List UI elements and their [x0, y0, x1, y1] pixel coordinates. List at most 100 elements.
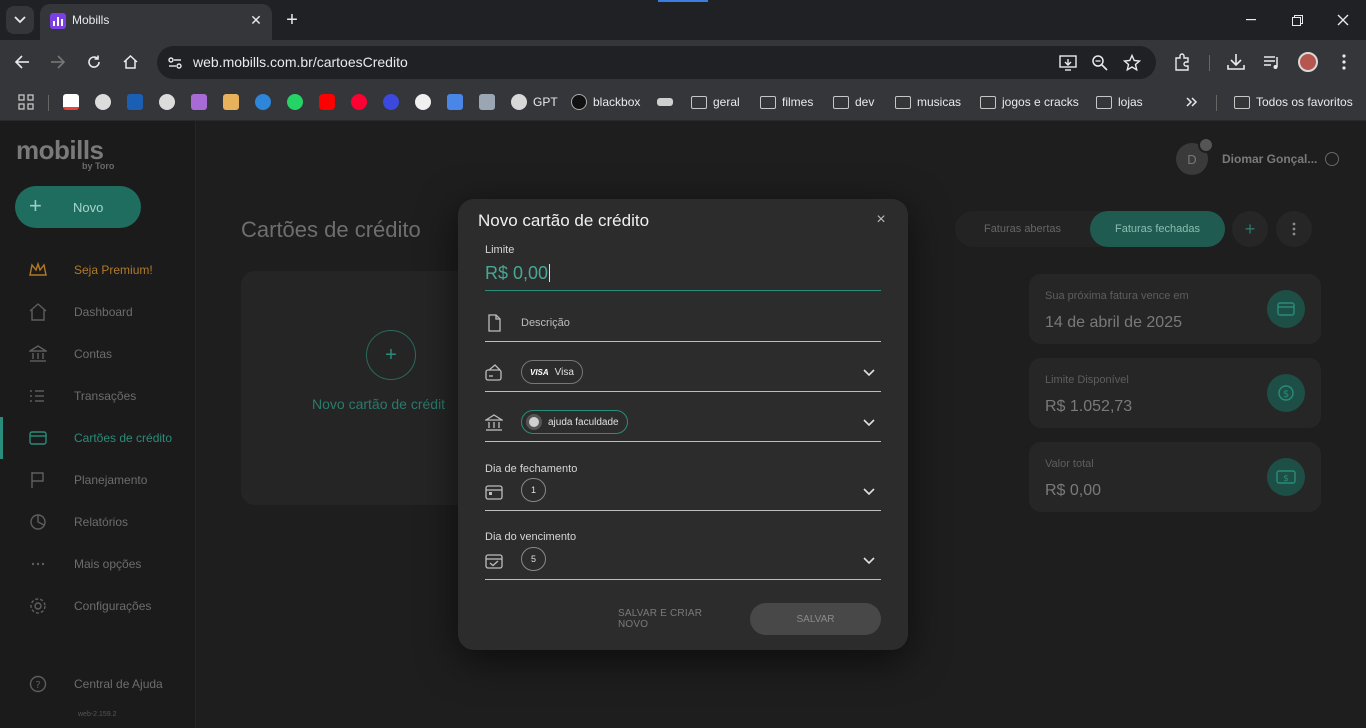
forward-button[interactable] — [46, 50, 70, 74]
calendar-card-icon — [1267, 290, 1305, 328]
close-window-button[interactable] — [1320, 0, 1366, 40]
bookmark-folder-filmes[interactable]: filmes — [760, 93, 813, 111]
minimize-button[interactable] — [1228, 0, 1274, 40]
sidebar-item-label: Configurações — [74, 599, 152, 613]
bookmark-site-8[interactable] — [479, 93, 495, 111]
bookmark-site-4[interactable] — [191, 93, 207, 111]
folder-icon — [833, 95, 849, 109]
add-button[interactable]: + — [1232, 211, 1268, 247]
bookmark-whatsapp[interactable] — [287, 93, 303, 111]
bookmark-site-5[interactable] — [223, 93, 239, 111]
add-card-button[interactable]: + — [366, 330, 416, 380]
bookmark-all-folder[interactable]: Todos os favoritos — [1234, 93, 1353, 111]
card-brand-label: Visa — [554, 366, 574, 378]
sidebar-item-cartoes[interactable]: Cartões de crédito — [0, 417, 196, 459]
user-menu[interactable]: D Diomar Gonçal... — [1176, 137, 1340, 175]
account-select[interactable]: ajuda faculdade — [485, 404, 881, 442]
back-button[interactable] — [10, 50, 34, 74]
bookmark-gpt[interactable]: GPT — [511, 93, 558, 111]
closing-day-select[interactable]: 1 — [485, 473, 881, 511]
downloads-button[interactable] — [1225, 51, 1247, 73]
sidebar-item-mais-opcoes[interactable]: Mais opções — [0, 543, 196, 585]
address-bar[interactable]: web.mobills.com.br/cartoesCredito — [157, 46, 1156, 79]
site-icon — [127, 94, 143, 110]
bookmark-folder-musicas[interactable]: musicas — [895, 93, 961, 111]
browser-menu-button[interactable] — [1333, 51, 1355, 73]
sidebar-item-help[interactable]: ? Central de Ajuda — [0, 663, 196, 705]
card-flag-icon — [485, 364, 502, 381]
bookmark-site-1[interactable] — [95, 93, 111, 111]
tab-faturas-abertas[interactable]: Faturas abertas — [955, 211, 1090, 247]
kebab-icon — [1342, 54, 1346, 70]
card-label: Limite Disponível — [1045, 374, 1129, 386]
bookmark-github[interactable] — [415, 93, 431, 111]
bookmark-folder-geral[interactable]: geral — [691, 93, 740, 111]
due-day-select[interactable]: 5 — [485, 542, 881, 580]
bookmark-site-9[interactable] — [657, 93, 673, 111]
home-icon — [29, 303, 47, 321]
extensions-button[interactable] — [1171, 51, 1193, 73]
save-button[interactable]: SALVAR — [750, 603, 881, 635]
more-options-button[interactable] — [1276, 211, 1312, 247]
browser-tab[interactable]: Mobills ✕ — [40, 4, 272, 40]
limit-input[interactable]: R$ 0,00 — [485, 263, 881, 291]
description-field[interactable]: Descrição — [485, 304, 881, 342]
youtube-icon — [319, 94, 335, 110]
new-tab-button[interactable]: + — [282, 8, 302, 32]
card-brand-chip[interactable]: VISA Visa — [521, 360, 583, 384]
bookmark-gmail[interactable] — [63, 93, 79, 111]
bookmark-site-3[interactable] — [159, 93, 175, 111]
new-button[interactable]: + Novo — [15, 186, 141, 228]
close-tab-icon[interactable]: ✕ — [248, 12, 264, 28]
chevron-down-icon — [863, 369, 875, 377]
translate-icon — [447, 94, 463, 110]
puzzle-icon — [1175, 53, 1189, 71]
restore-button[interactable] — [1274, 0, 1320, 40]
sidebar-item-premium[interactable]: Seja Premium! — [0, 249, 196, 291]
add-card-label[interactable]: Novo cartão de crédit — [312, 396, 445, 412]
profile-avatar[interactable] — [1297, 51, 1319, 73]
tab-search-button[interactable] — [6, 6, 34, 34]
download-icon — [1227, 54, 1245, 70]
media-control-button[interactable] — [1261, 51, 1283, 73]
sidebar-item-transacoes[interactable]: Transações — [0, 375, 196, 417]
save-and-new-button[interactable]: SALVAR E CRIAR NOVO — [618, 603, 734, 635]
sidebar-item-label: Relatórios — [74, 515, 129, 529]
bookmark-apps[interactable] — [18, 93, 34, 111]
bookmark-youtube[interactable] — [319, 93, 335, 111]
sidebar-item-relatorios[interactable]: Relatórios — [0, 501, 196, 543]
sidebar-item-configuracoes[interactable]: Configurações — [0, 585, 196, 627]
bookmark-youtube-music[interactable] — [351, 93, 367, 111]
help-icon: ? — [29, 675, 47, 693]
bookmark-site-2[interactable] — [127, 93, 143, 111]
home-button[interactable] — [118, 50, 142, 74]
account-chip[interactable]: ajuda faculdade — [521, 410, 628, 434]
bookmark-folder-lojas[interactable]: lojas — [1096, 93, 1143, 111]
bookmark-site-7[interactable] — [383, 93, 399, 111]
bookmark-blackbox[interactable]: blackbox — [571, 93, 640, 111]
bookmark-folder-dev[interactable]: dev — [833, 93, 874, 111]
plus-icon: + — [1244, 218, 1256, 239]
browser-tab-bar: Mobills ✕ + — [0, 0, 1366, 40]
document-icon — [488, 314, 501, 332]
zoom-icon — [1092, 55, 1108, 71]
reload-button[interactable] — [82, 50, 106, 74]
bookmark-site-6[interactable] — [255, 93, 271, 111]
sidebar-item-contas[interactable]: Contas — [0, 333, 196, 375]
flag-icon — [31, 472, 44, 488]
bookmark-folder-jogos[interactable]: jogos e cracks — [980, 93, 1079, 111]
close-icon[interactable]: × — [874, 212, 888, 228]
sidebar-item-dashboard[interactable]: Dashboard — [0, 291, 196, 333]
folder-icon — [980, 95, 996, 109]
bookmark-label: musicas — [917, 95, 962, 109]
card-brand-select[interactable]: VISA Visa — [485, 354, 881, 392]
plus-icon: + — [385, 343, 397, 366]
bookmark-translate[interactable] — [447, 93, 463, 111]
tab-faturas-fechadas[interactable]: Faturas fechadas — [1090, 211, 1225, 247]
sidebar-item-planejamento[interactable]: Planejamento — [0, 459, 196, 501]
crown-icon — [29, 261, 47, 276]
chevron-down-icon — [863, 419, 875, 427]
site-icon — [191, 94, 207, 110]
bookmarks-overflow-button[interactable] — [1186, 93, 1198, 111]
chevron-down-icon — [14, 16, 26, 24]
